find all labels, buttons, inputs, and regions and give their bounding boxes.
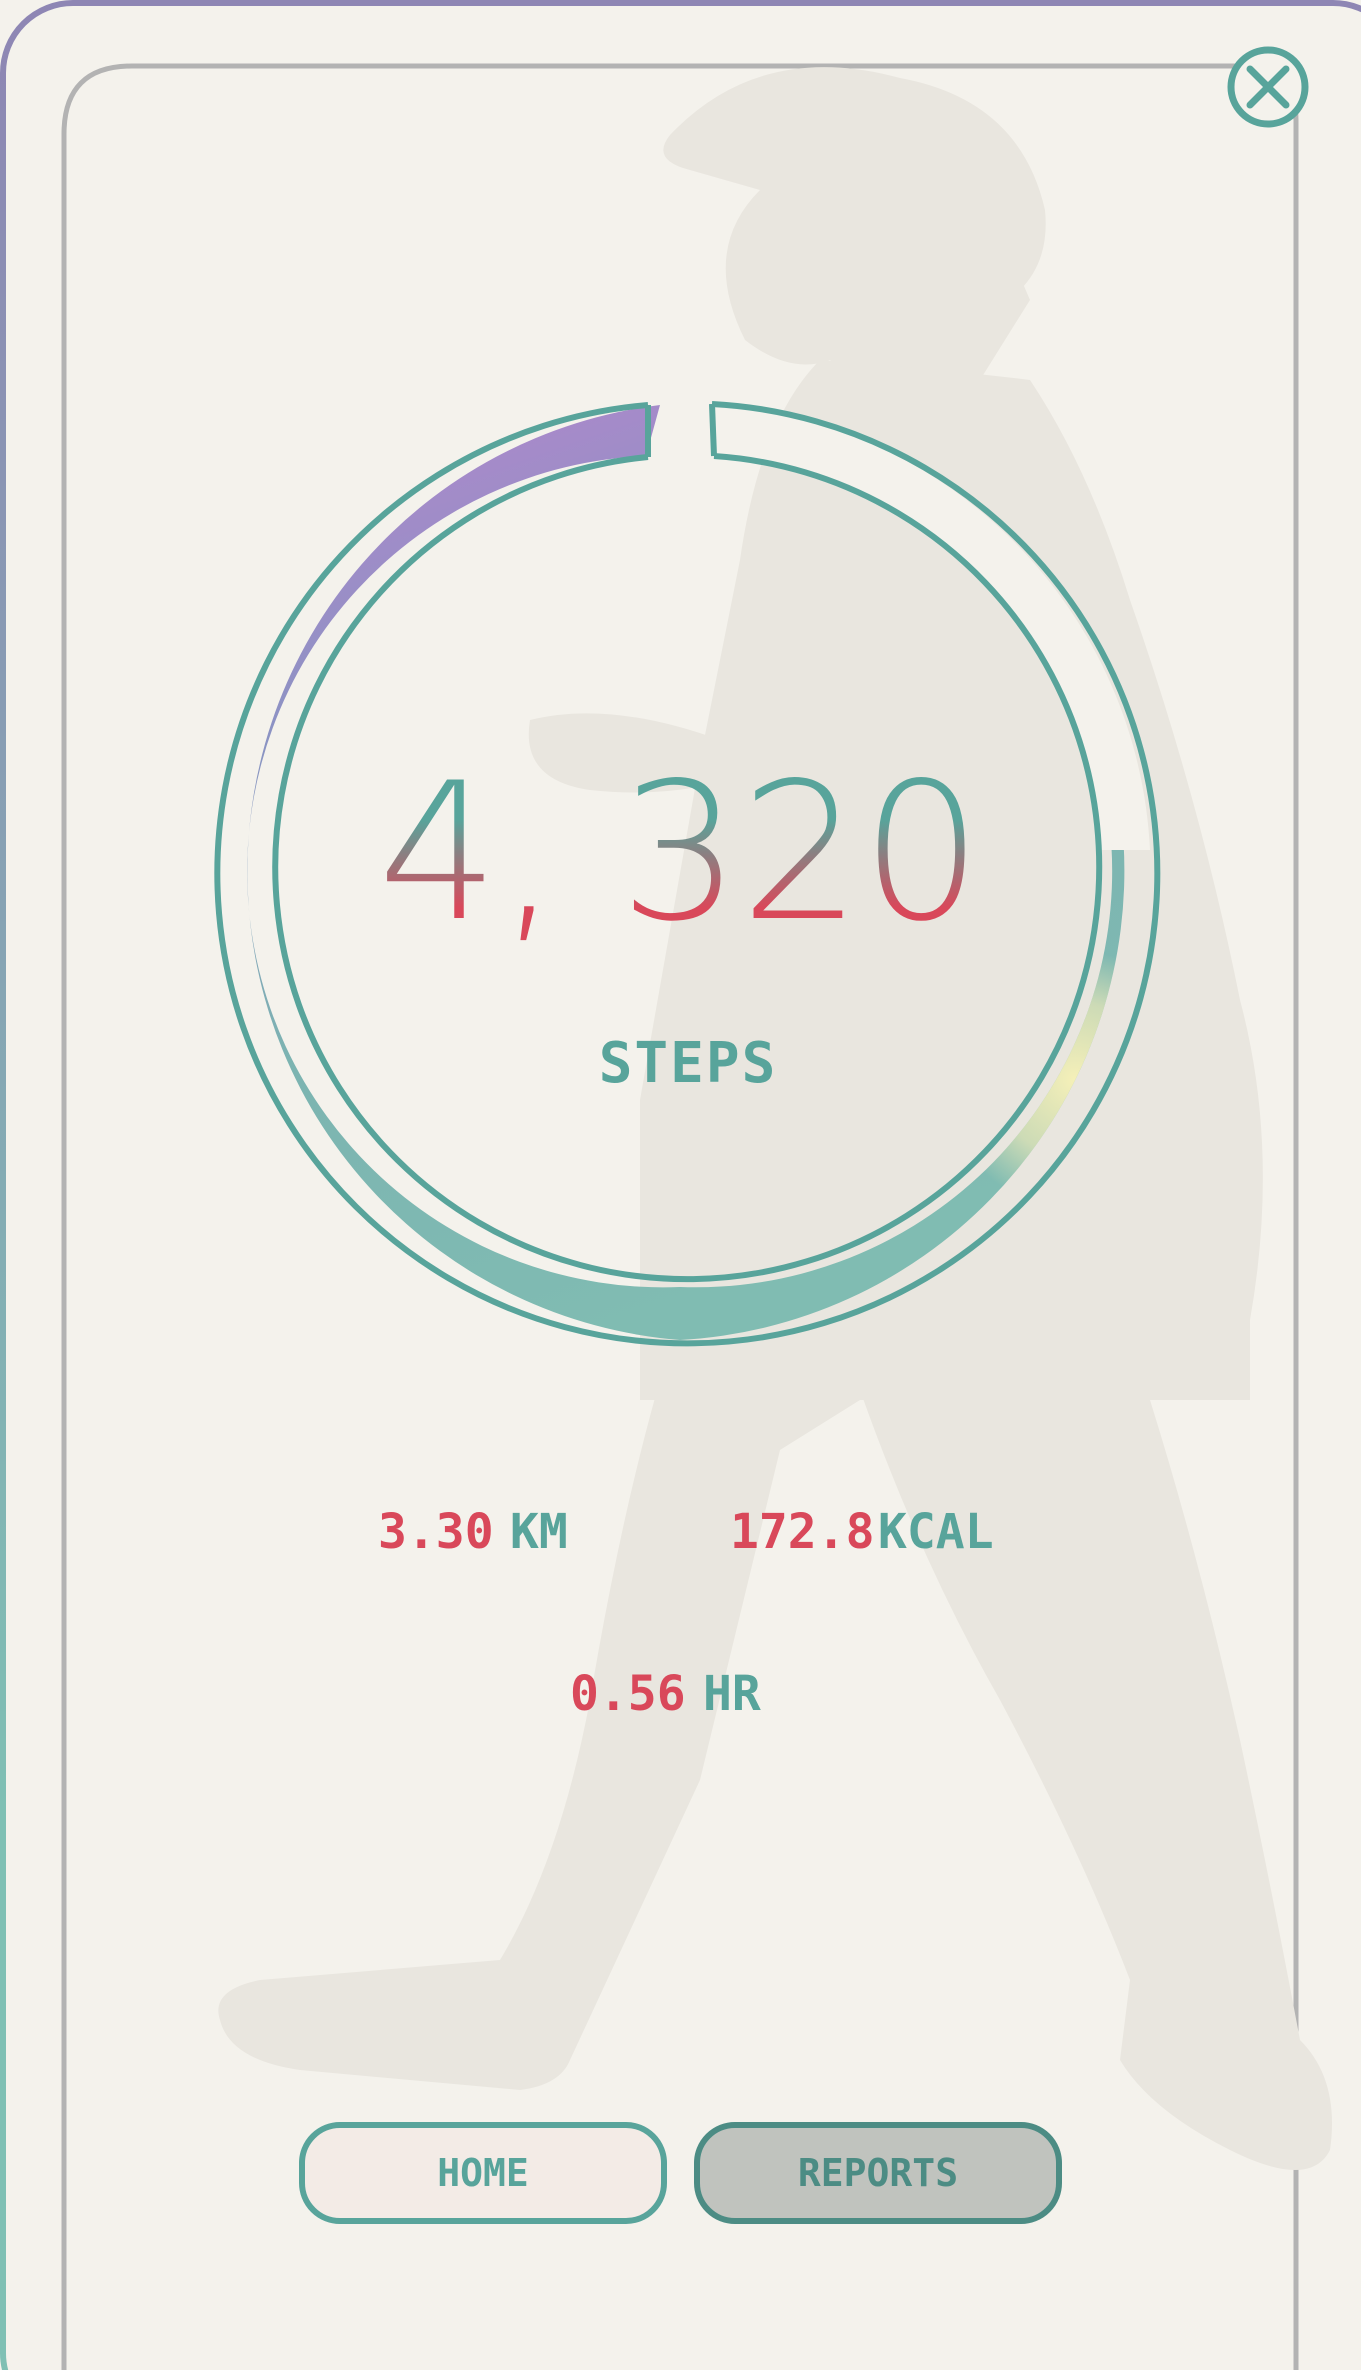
home-button[interactable]: HOME (299, 2122, 667, 2224)
reports-button-label: REPORTS (798, 2151, 958, 2195)
progress-ring-end-cap (709, 403, 717, 457)
duration-value: 0.56 (570, 1666, 686, 1722)
home-button-label: HOME (437, 2151, 529, 2195)
stat-distance: 3.30 KM (378, 1504, 568, 1560)
distance-unit: KM (510, 1504, 568, 1560)
reports-button[interactable]: REPORTS (694, 2122, 1062, 2224)
steps-count: 4, 320 (378, 742, 982, 963)
duration-unit: HR (703, 1666, 761, 1722)
calories-value: 172.8 (730, 1504, 875, 1560)
distance-value: 3.30 (378, 1504, 494, 1560)
close-icon[interactable] (1227, 46, 1309, 128)
screen-canvas: 4, 320 STEPS 3.30 KM 172.8 KCAL 0.56 HR … (0, 0, 1361, 2370)
app-screen: 4, 320 STEPS 3.30 KM 172.8 KCAL 0.56 HR … (0, 0, 1361, 2370)
calories-unit: KCAL (878, 1504, 994, 1560)
stat-calories: 172.8 KCAL (730, 1504, 994, 1560)
stat-duration: 0.56 HR (570, 1666, 761, 1722)
steps-label: STEPS (599, 1031, 778, 1096)
